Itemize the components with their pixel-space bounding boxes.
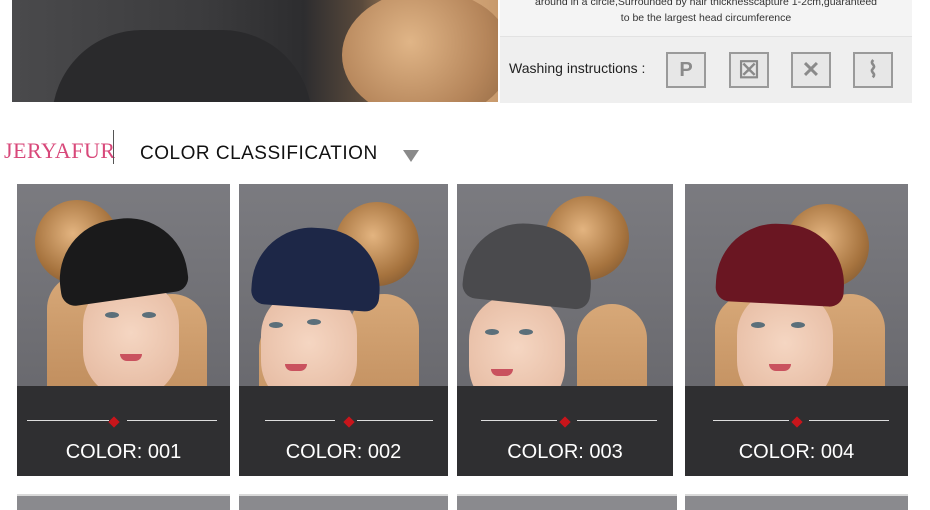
- dry-clean-p-icon: P: [666, 52, 706, 88]
- section-title: COLOR CLASSIFICATION: [140, 143, 378, 164]
- washing-instructions-label: Washing instructions :: [509, 60, 646, 76]
- hang-dry-icon: ⌇: [853, 52, 893, 88]
- size-description: around in a circle,Surrounded by hair th…: [500, 0, 912, 26]
- coat-shape: [52, 30, 312, 102]
- triangle-down-icon: [403, 150, 419, 162]
- product-color-label: COLOR: 002: [285, 441, 402, 463]
- product-color-label: COLOR: 003: [507, 441, 623, 463]
- brand-divider: [113, 130, 114, 164]
- model-photo-top: [12, 0, 498, 102]
- size-description-line-1: around in a circle,Surrounded by hair th…: [534, 0, 878, 8]
- product-color-label: COLOR: 004: [738, 441, 855, 463]
- do-not-wash-icon: ✕: [791, 52, 831, 88]
- product-tile-002[interactable]: COLOR: 002: [239, 184, 448, 476]
- size-description-line-2: to be the largest head circumference: [620, 12, 792, 24]
- product-tile-001[interactable]: COLOR: 001: [17, 184, 230, 476]
- do-not-tumble-dry-icon: ☒: [729, 52, 769, 88]
- hair-shape: [342, 0, 498, 102]
- product-color-label: COLOR: 001: [65, 441, 182, 463]
- product-tile-004[interactable]: COLOR: 004: [685, 184, 908, 476]
- brand-logo: JERYAFUR: [4, 138, 116, 163]
- product-tile-003[interactable]: COLOR: 003: [457, 184, 673, 476]
